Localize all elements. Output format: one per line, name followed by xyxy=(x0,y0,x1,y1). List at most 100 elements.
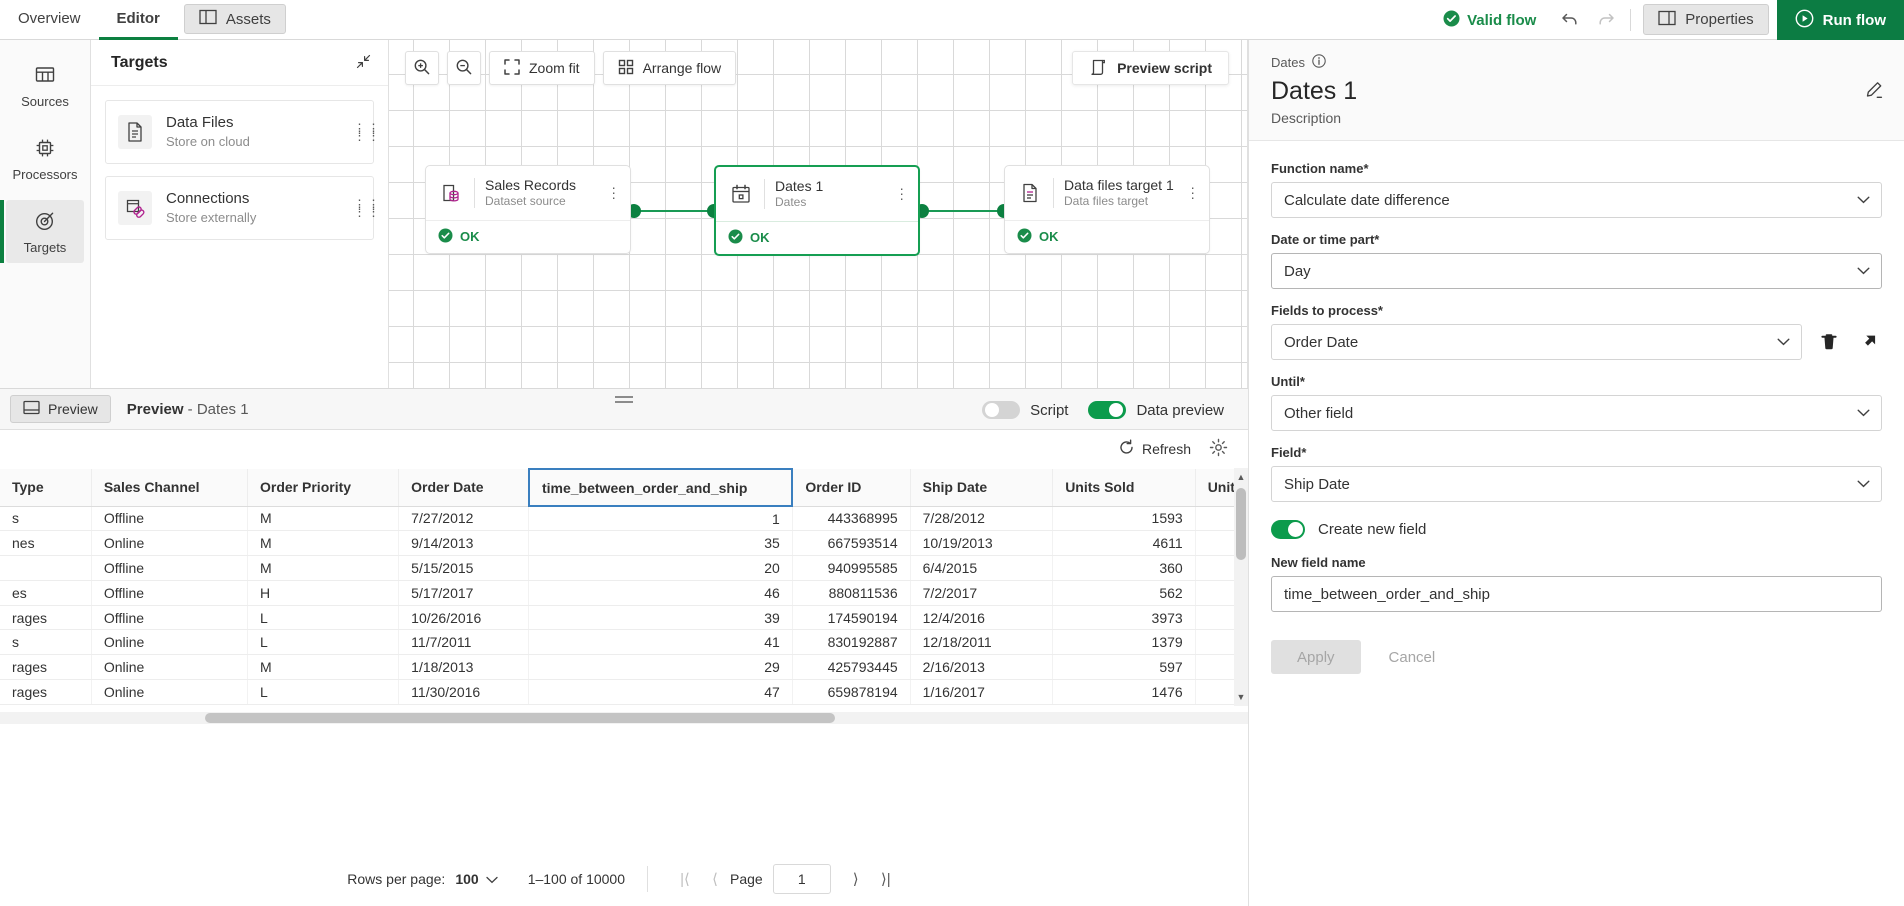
table-row[interactable]: rages Online L 11/30/2016 47 659878194 1… xyxy=(0,680,1248,705)
arrange-flow-button[interactable]: Arrange flow xyxy=(603,51,737,85)
preview-tab-button[interactable]: Preview xyxy=(10,395,111,423)
table-horizontal-scrollbar[interactable] xyxy=(0,712,1248,724)
flow-node-sales-records[interactable]: Sales Records Dataset source ··· OK xyxy=(425,165,631,254)
play-circle-icon xyxy=(1795,9,1814,32)
table-row[interactable]: rages Online M 1/18/2013 29 425793445 2/… xyxy=(0,655,1248,680)
flow-node-status: OK xyxy=(426,220,630,253)
info-icon[interactable] xyxy=(1312,54,1326,71)
redo-button[interactable] xyxy=(1588,0,1624,40)
tab-overview[interactable]: Overview xyxy=(0,0,99,40)
rows-per-page-value: 100 xyxy=(455,871,478,887)
table-pagination: Rows per page: 100 1–100 of 10000 |⟨ ⟨ P… xyxy=(0,852,1248,906)
flow-node-status-label: OK xyxy=(460,229,480,244)
cell-ship-date: 2/16/2013 xyxy=(910,655,1053,680)
flow-node-menu-button[interactable]: ··· xyxy=(605,185,622,200)
table-row[interactable]: Offline M 5/15/2015 20 940995585 6/4/201… xyxy=(0,556,1248,581)
until-select[interactable]: Other field xyxy=(1271,395,1882,431)
page-number-input[interactable] xyxy=(773,864,831,894)
collapse-panel-button[interactable] xyxy=(355,53,372,73)
cell-ship-date: 1/16/2017 xyxy=(910,680,1053,705)
rows-per-page-select[interactable]: 100 xyxy=(455,871,497,887)
cancel-button[interactable]: Cancel xyxy=(1375,640,1450,674)
script-icon xyxy=(1089,58,1107,79)
first-page-button[interactable]: |⟨ xyxy=(670,870,700,888)
date-part-select[interactable]: Day xyxy=(1271,253,1882,289)
table-row[interactable]: rages Offline L 10/26/2016 39 174590194 … xyxy=(0,605,1248,630)
gear-icon[interactable] xyxy=(1209,438,1228,460)
preview-bar: Preview Preview - Dates 1 Script Data pr… xyxy=(0,388,1248,430)
drag-handle-icon[interactable]: ⋮⋮⋮⋮ xyxy=(353,201,363,215)
field-select[interactable]: Ship Date xyxy=(1271,466,1882,502)
cell-order-id: 880811536 xyxy=(792,580,910,605)
target-tile-text: Connections Store externally xyxy=(166,189,339,227)
drag-handle-icon[interactable]: ⋮⋮⋮⋮ xyxy=(353,125,363,139)
flow-node-menu-button[interactable]: ··· xyxy=(1184,185,1201,200)
col-header-ship-date[interactable]: Ship Date xyxy=(910,469,1053,506)
expand-arrow-icon[interactable] xyxy=(1856,329,1882,355)
scroll-up-arrow-icon[interactable]: ▲ xyxy=(1234,470,1248,484)
until-label: Until* xyxy=(1271,374,1882,389)
col-header-sales-channel[interactable]: Sales Channel xyxy=(91,469,247,506)
preview-panel-icon xyxy=(23,400,40,418)
target-tile-connections[interactable]: Connections Store externally ⋮⋮⋮⋮ xyxy=(105,176,374,240)
table-row[interactable]: nes Online M 9/14/2013 35 667593514 10/1… xyxy=(0,531,1248,556)
zoom-in-button[interactable] xyxy=(405,51,439,85)
scrollbar-thumb[interactable] xyxy=(205,713,835,723)
flow-node-text: Dates 1 Dates xyxy=(775,177,883,211)
table-row[interactable]: es Offline H 5/17/2017 46 880811536 7/2/… xyxy=(0,580,1248,605)
new-field-name-input[interactable] xyxy=(1271,576,1882,612)
apply-button[interactable]: Apply xyxy=(1271,640,1361,674)
flow-node-menu-button[interactable]: ··· xyxy=(893,186,910,201)
properties-button[interactable]: Properties xyxy=(1643,4,1768,35)
fields-to-process-select[interactable]: Order Date xyxy=(1271,324,1802,360)
col-header-time-between-order-and-ship[interactable]: time_between_order_and_ship xyxy=(529,469,792,506)
last-page-button[interactable]: ⟩| xyxy=(871,870,901,888)
data-preview-toggle[interactable] xyxy=(1088,401,1126,419)
redo-icon xyxy=(1596,10,1616,31)
cell-ship-date: 12/18/2011 xyxy=(910,630,1053,655)
chevron-down-icon xyxy=(1857,476,1870,493)
new-field-name-label: New field name xyxy=(1271,555,1882,570)
undo-button[interactable] xyxy=(1552,0,1588,40)
connector-line-1 xyxy=(634,210,714,212)
rows-per-page-label: Rows per page: xyxy=(347,871,445,887)
target-tile-data-files[interactable]: Data Files Store on cloud ⋮⋮⋮⋮ xyxy=(105,100,374,164)
col-header-type[interactable]: Type xyxy=(0,469,91,506)
col-header-order-priority[interactable]: Order Priority xyxy=(248,469,399,506)
function-name-select[interactable]: Calculate date difference xyxy=(1271,182,1882,218)
flow-node-dates-1[interactable]: Dates 1 Dates ··· OK xyxy=(714,165,920,256)
data-grid[interactable]: Type Sales Channel Order Priority Order … xyxy=(0,468,1248,706)
next-page-button[interactable]: ⟩ xyxy=(841,870,871,888)
table-vertical-scrollbar[interactable]: ▲ ▼ xyxy=(1234,468,1248,706)
table-row[interactable]: s Online L 11/7/2011 41 830192887 12/18/… xyxy=(0,630,1248,655)
panel-resize-handle[interactable] xyxy=(615,396,633,406)
col-header-order-id[interactable]: Order ID xyxy=(792,469,910,506)
refresh-button[interactable]: Refresh xyxy=(1118,439,1191,459)
table-row[interactable]: s Offline M 7/27/2012 1 443368995 7/28/2… xyxy=(0,506,1248,531)
cell-order-priority: M xyxy=(248,506,399,531)
trash-icon[interactable] xyxy=(1816,329,1842,355)
flow-canvas[interactable]: Zoom fit Arrange flow Preview script xyxy=(389,40,1248,388)
scroll-down-arrow-icon[interactable]: ▼ xyxy=(1234,690,1248,704)
zoom-out-button[interactable] xyxy=(447,51,481,85)
prev-page-button[interactable]: ⟨ xyxy=(700,870,730,888)
script-toggle[interactable] xyxy=(982,401,1020,419)
cell-units-sold: 1593 xyxy=(1053,506,1196,531)
col-header-units-sold[interactable]: Units Sold xyxy=(1053,469,1196,506)
run-flow-button[interactable]: Run flow xyxy=(1777,0,1904,40)
create-new-field-toggle[interactable] xyxy=(1271,520,1305,539)
tab-editor[interactable]: Editor xyxy=(99,0,178,40)
zoom-fit-button[interactable]: Zoom fit xyxy=(489,51,595,85)
rail-item-targets-label: Targets xyxy=(24,240,67,255)
assets-button[interactable]: Assets xyxy=(184,4,286,34)
col-header-order-date[interactable]: Order Date xyxy=(399,469,529,506)
scrollbar-thumb[interactable] xyxy=(1236,488,1246,560)
flow-node-data-files-target-1[interactable]: Data files target 1 Data files target ··… xyxy=(1004,165,1210,254)
preview-script-button[interactable]: Preview script xyxy=(1072,51,1229,85)
rail-item-sources[interactable]: Sources xyxy=(6,54,84,117)
rail-item-targets[interactable]: Targets xyxy=(6,200,84,263)
targets-panel-header: Targets xyxy=(91,40,388,86)
target-icon xyxy=(34,210,56,235)
rail-item-processors[interactable]: Processors xyxy=(6,127,84,190)
pencil-icon[interactable] xyxy=(1864,80,1884,103)
